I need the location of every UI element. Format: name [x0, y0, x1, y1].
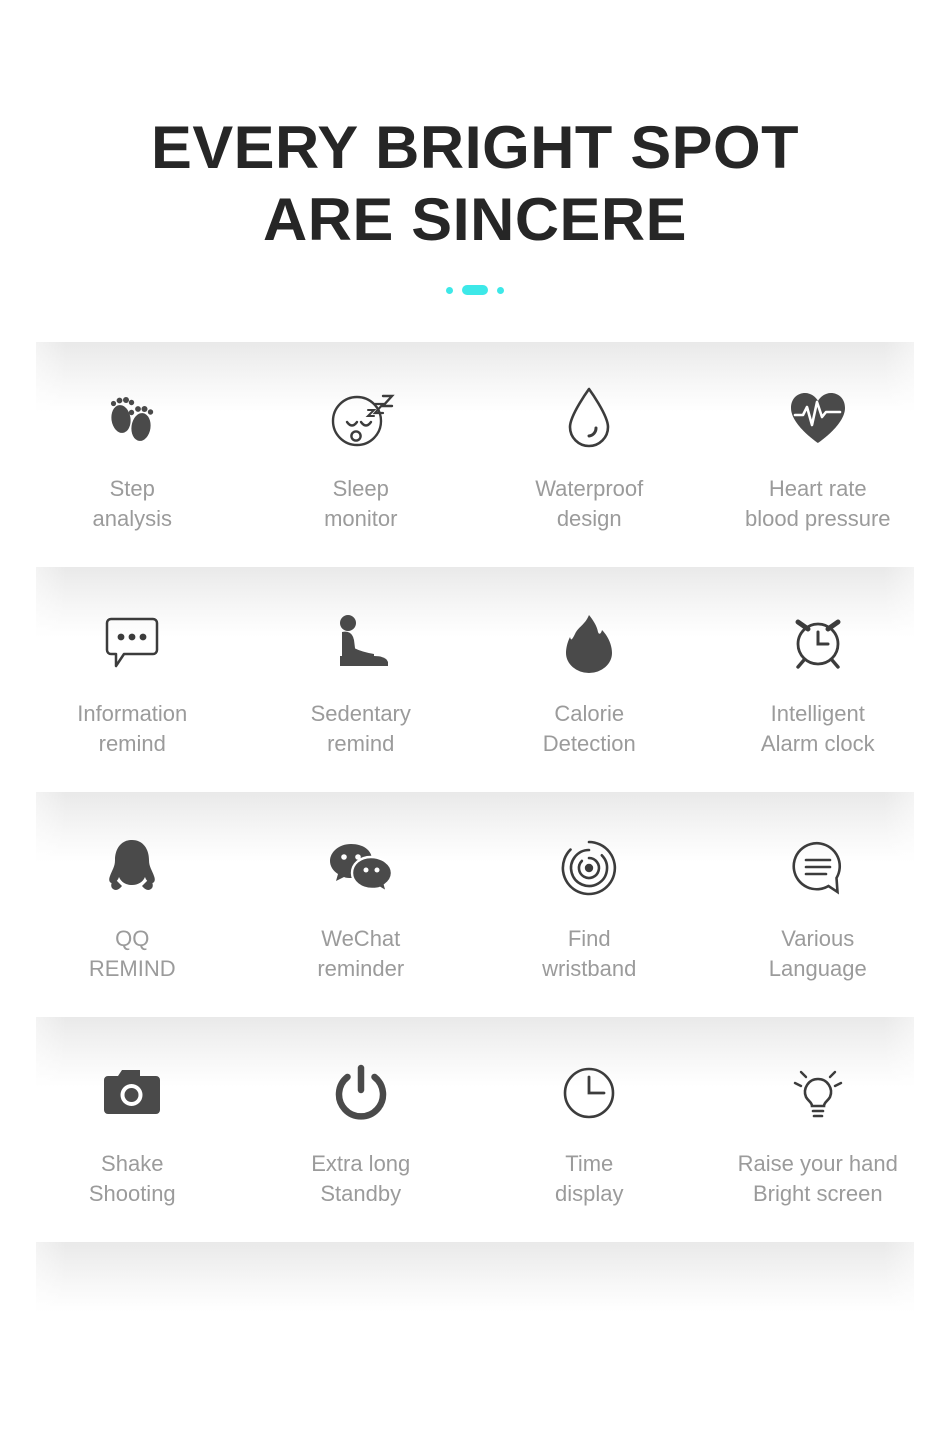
feature-grid: Step analysis Sleep monitor Waterproof d… — [0, 342, 950, 1332]
feature-qq-remind[interactable]: QQ REMIND — [18, 830, 247, 984]
page-title-line-2: ARE SINCERE — [263, 186, 687, 253]
feature-row: Step analysis Sleep monitor Waterproof d… — [0, 342, 950, 567]
feature-intelligent-alarm-clock[interactable]: Intelligent Alarm clock — [704, 605, 933, 759]
lightbulb-icon — [787, 1055, 849, 1131]
feature-calorie-detection[interactable]: Calorie Detection — [475, 605, 704, 759]
feature-label: Information remind — [77, 701, 188, 756]
feature-step-analysis[interactable]: Step analysis — [18, 380, 247, 534]
feature-raise-your-hand-bright-screen[interactable]: Raise your hand Bright screen — [704, 1055, 933, 1209]
seated-person-icon — [330, 605, 392, 681]
feature-row: Information remind Sedentary remind Calo… — [0, 567, 950, 792]
qq-penguin-icon — [106, 830, 158, 906]
page-header: EVERY BRIGHT SPOT ARE SINCERE — [0, 0, 950, 296]
feature-label: WeChat reminder — [317, 926, 405, 981]
feature-label: Heart rate blood pressure — [744, 476, 891, 531]
water-drop-icon — [565, 380, 613, 456]
alarm-clock-icon — [788, 605, 848, 681]
feature-heart-rate-blood-pressure[interactable]: Heart rate blood pressure — [704, 380, 933, 534]
footprints-icon — [100, 380, 164, 456]
message-bubble-icon — [102, 605, 162, 681]
flame-icon — [565, 605, 613, 681]
accent-divider — [0, 284, 950, 296]
radar-locate-icon — [560, 830, 618, 906]
feature-label: Sleep monitor — [324, 476, 398, 531]
page-title: EVERY BRIGHT SPOT ARE SINCERE — [0, 112, 950, 256]
feature-row: QQ REMIND WeChat reminder Find wristband… — [0, 792, 950, 1017]
feature-sedentary-remind[interactable]: Sedentary remind — [247, 605, 476, 759]
language-bubble-icon — [789, 830, 847, 906]
feature-label: Raise your hand Bright screen — [737, 1151, 898, 1206]
power-icon — [335, 1055, 387, 1131]
feature-find-wristband[interactable]: Find wristband — [475, 830, 704, 984]
accent-dot-right — [497, 286, 504, 294]
accent-dot-left — [446, 286, 453, 294]
feature-label: Intelligent Alarm clock — [760, 701, 875, 756]
feature-label: Shake Shooting — [88, 1151, 176, 1206]
accent-bar-center — [462, 285, 488, 295]
feature-shake-shooting[interactable]: Shake Shooting — [18, 1055, 247, 1209]
feature-wechat-reminder[interactable]: WeChat reminder — [247, 830, 476, 984]
feature-waterproof-design[interactable]: Waterproof design — [475, 380, 704, 534]
heart-pulse-icon — [787, 380, 849, 456]
feature-sleep-monitor[interactable]: Sleep monitor — [247, 380, 476, 534]
feature-label: Extra long Standby — [311, 1151, 411, 1206]
feature-information-remind[interactable]: Information remind — [18, 605, 247, 759]
feature-extra-long-standby[interactable]: Extra long Standby — [247, 1055, 476, 1209]
feature-label: Find wristband — [542, 926, 637, 981]
feature-label: QQ REMIND — [88, 926, 176, 981]
camera-icon — [101, 1055, 163, 1131]
feature-label: Sedentary remind — [310, 701, 411, 756]
feature-label: Calorie Detection — [542, 701, 636, 756]
feature-time-display[interactable]: Time display — [475, 1055, 704, 1209]
feature-label: Various Language — [768, 926, 867, 981]
feature-label: Waterproof design — [535, 476, 644, 531]
wechat-icon — [328, 830, 394, 906]
feature-row: Shake Shooting Extra long Standby Time d… — [0, 1017, 950, 1242]
clock-icon — [561, 1055, 617, 1131]
feature-label: Step analysis — [92, 476, 172, 531]
feature-label: Time display — [555, 1151, 624, 1206]
page-title-line-1: EVERY BRIGHT SPOT — [151, 114, 799, 181]
sleeping-face-icon — [327, 380, 395, 456]
bottom-separator-band — [0, 1242, 950, 1332]
feature-various-language[interactable]: Various Language — [704, 830, 933, 984]
